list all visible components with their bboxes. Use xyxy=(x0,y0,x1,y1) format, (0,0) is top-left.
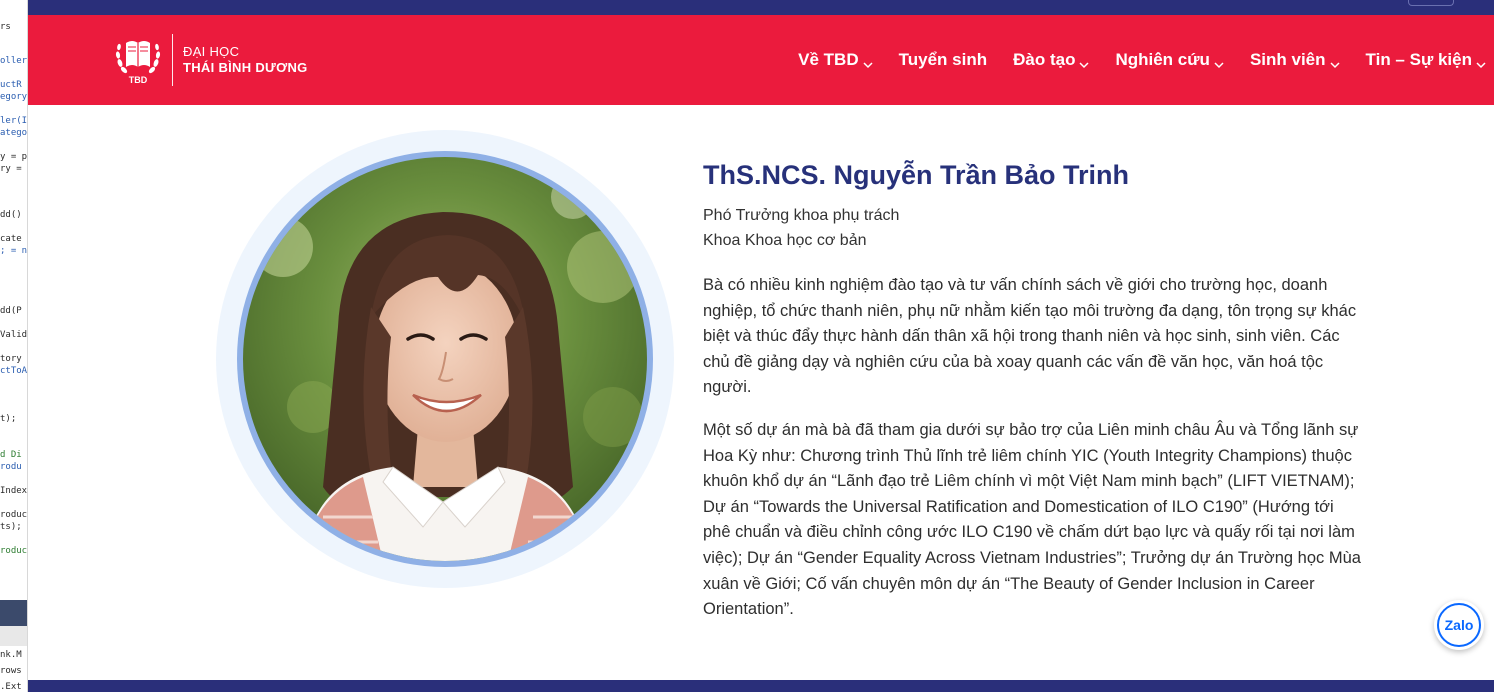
profile-role-line-2: Khoa Khoa học cơ bản xyxy=(703,232,867,249)
chevron-down-icon xyxy=(1329,55,1340,69)
logo-divider xyxy=(172,34,173,86)
site-header: TBD ĐẠI HỌC THÁI BÌNH DƯƠNG Về TBD Tuyển … xyxy=(28,15,1494,105)
profile-bio-paragraph-1: Bà có nhiều kinh nghiệm đào tạo và tư vấ… xyxy=(703,276,1357,397)
ide-code-line: d Di xyxy=(0,450,22,460)
nav-item-3[interactable]: Đào tạo xyxy=(1013,50,1089,70)
chevron-down-icon xyxy=(1079,55,1089,69)
ide-code-line: ry = xyxy=(0,164,22,174)
nav-item-6[interactable]: Tin – Sự kiện xyxy=(1366,50,1486,70)
ide-code-line: nk.M xyxy=(0,650,22,660)
logo-text: ĐẠI HỌC THÁI BÌNH DƯƠNG xyxy=(183,44,308,76)
logo-line-1: ĐẠI HỌC xyxy=(183,44,240,59)
ide-code-line: atego xyxy=(0,128,28,138)
svg-text:TBD: TBD xyxy=(129,75,148,85)
chevron-down-icon xyxy=(1476,55,1486,69)
nav-item-1[interactable]: Về TBD xyxy=(798,50,873,70)
ide-panel-band-light xyxy=(0,626,27,646)
top-bar-button[interactable] xyxy=(1408,0,1454,6)
nav-item-label: Đào tạo xyxy=(1013,50,1076,69)
nav-item-label: Tin – Sự kiện xyxy=(1365,50,1472,69)
ide-panel-band xyxy=(0,600,27,626)
profile-role-line-1: Phó Trưởng khoa phụ trách xyxy=(703,207,900,224)
ide-code-line: Index xyxy=(0,486,28,496)
nav-item-label: Về TBD xyxy=(798,50,859,69)
ide-code-line: cate xyxy=(0,234,22,244)
ide-code-line: ler(I xyxy=(0,116,28,126)
ide-code-line: dd(P xyxy=(0,306,22,316)
chevron-down-icon xyxy=(1214,55,1224,69)
ide-code-line: t); xyxy=(0,414,17,424)
logo-line-2: THÁI BÌNH DƯƠNG xyxy=(183,60,308,75)
ide-code-line: Valid xyxy=(0,330,28,340)
site-logo[interactable]: TBD ĐẠI HỌC THÁI BÌNH DƯƠNG xyxy=(114,33,308,87)
nav-item-label: Nghiên cứu xyxy=(1115,50,1210,69)
zalo-label: Zalo xyxy=(1444,617,1474,633)
ide-code-line: tory xyxy=(0,354,22,364)
profile-bio-paragraph-2: Một số dự án mà bà đã tham gia dưới sự b… xyxy=(703,420,1361,619)
footer-band xyxy=(28,680,1494,692)
zalo-chat-button[interactable]: Zalo xyxy=(1434,600,1484,650)
top-bar xyxy=(28,0,1494,15)
ide-code-line: rs xyxy=(0,22,11,32)
profile-content: ThS.NCS. Nguyễn Trần Bảo Trinh Phó Trưởn… xyxy=(703,155,1363,623)
ide-code-line: rodu xyxy=(0,462,22,472)
nav-item-5[interactable]: Sinh viên xyxy=(1250,50,1340,70)
ide-code-line: rows xyxy=(0,666,22,676)
chevron-down-icon xyxy=(863,55,873,69)
ide-code-line: dd() xyxy=(0,210,22,220)
ide-code-line: roduc xyxy=(0,510,28,520)
ide-code-line: ts); xyxy=(0,522,22,532)
ide-code-line: roduc xyxy=(0,546,28,556)
ide-code-line: ctToA xyxy=(0,366,28,376)
nav-item-label: Tuyển sinh xyxy=(898,50,988,69)
profile-photo xyxy=(243,157,647,561)
ide-code-line: oller xyxy=(0,56,28,66)
ide-code-line: egory xyxy=(0,92,28,102)
nav-item-2[interactable]: Tuyển sinh xyxy=(899,50,987,70)
ide-code-line: y = p xyxy=(0,152,28,162)
ide-code-line: .Ext xyxy=(0,682,22,692)
ide-code-line: ; = n xyxy=(0,246,28,256)
profile-name: ThS.NCS. Nguyễn Trần Bảo Trinh xyxy=(703,160,1130,190)
nav-item-label: Sinh viên xyxy=(1249,50,1326,69)
nav-item-4[interactable]: Nghiên cứu xyxy=(1115,50,1224,70)
background-ide-window: rs oller uctR egory ler(I atego y = p ry = dd() c… xyxy=(0,0,28,692)
logo-book-icon: TBD xyxy=(114,33,162,87)
zalo-icon: Zalo xyxy=(1437,603,1481,647)
ide-code-line: uctR xyxy=(0,80,22,90)
website: TBD ĐẠI HỌC THÁI BÌNH DƯƠNG Về TBD Tuyển … xyxy=(28,0,1494,692)
profile-role: Phó Trưởng khoa phụ trách Khoa Khoa học … xyxy=(703,203,1363,253)
main-nav: Về TBD Tuyển sinh Đào tạo Nghiên cứu Sinh vi… xyxy=(772,15,1486,105)
